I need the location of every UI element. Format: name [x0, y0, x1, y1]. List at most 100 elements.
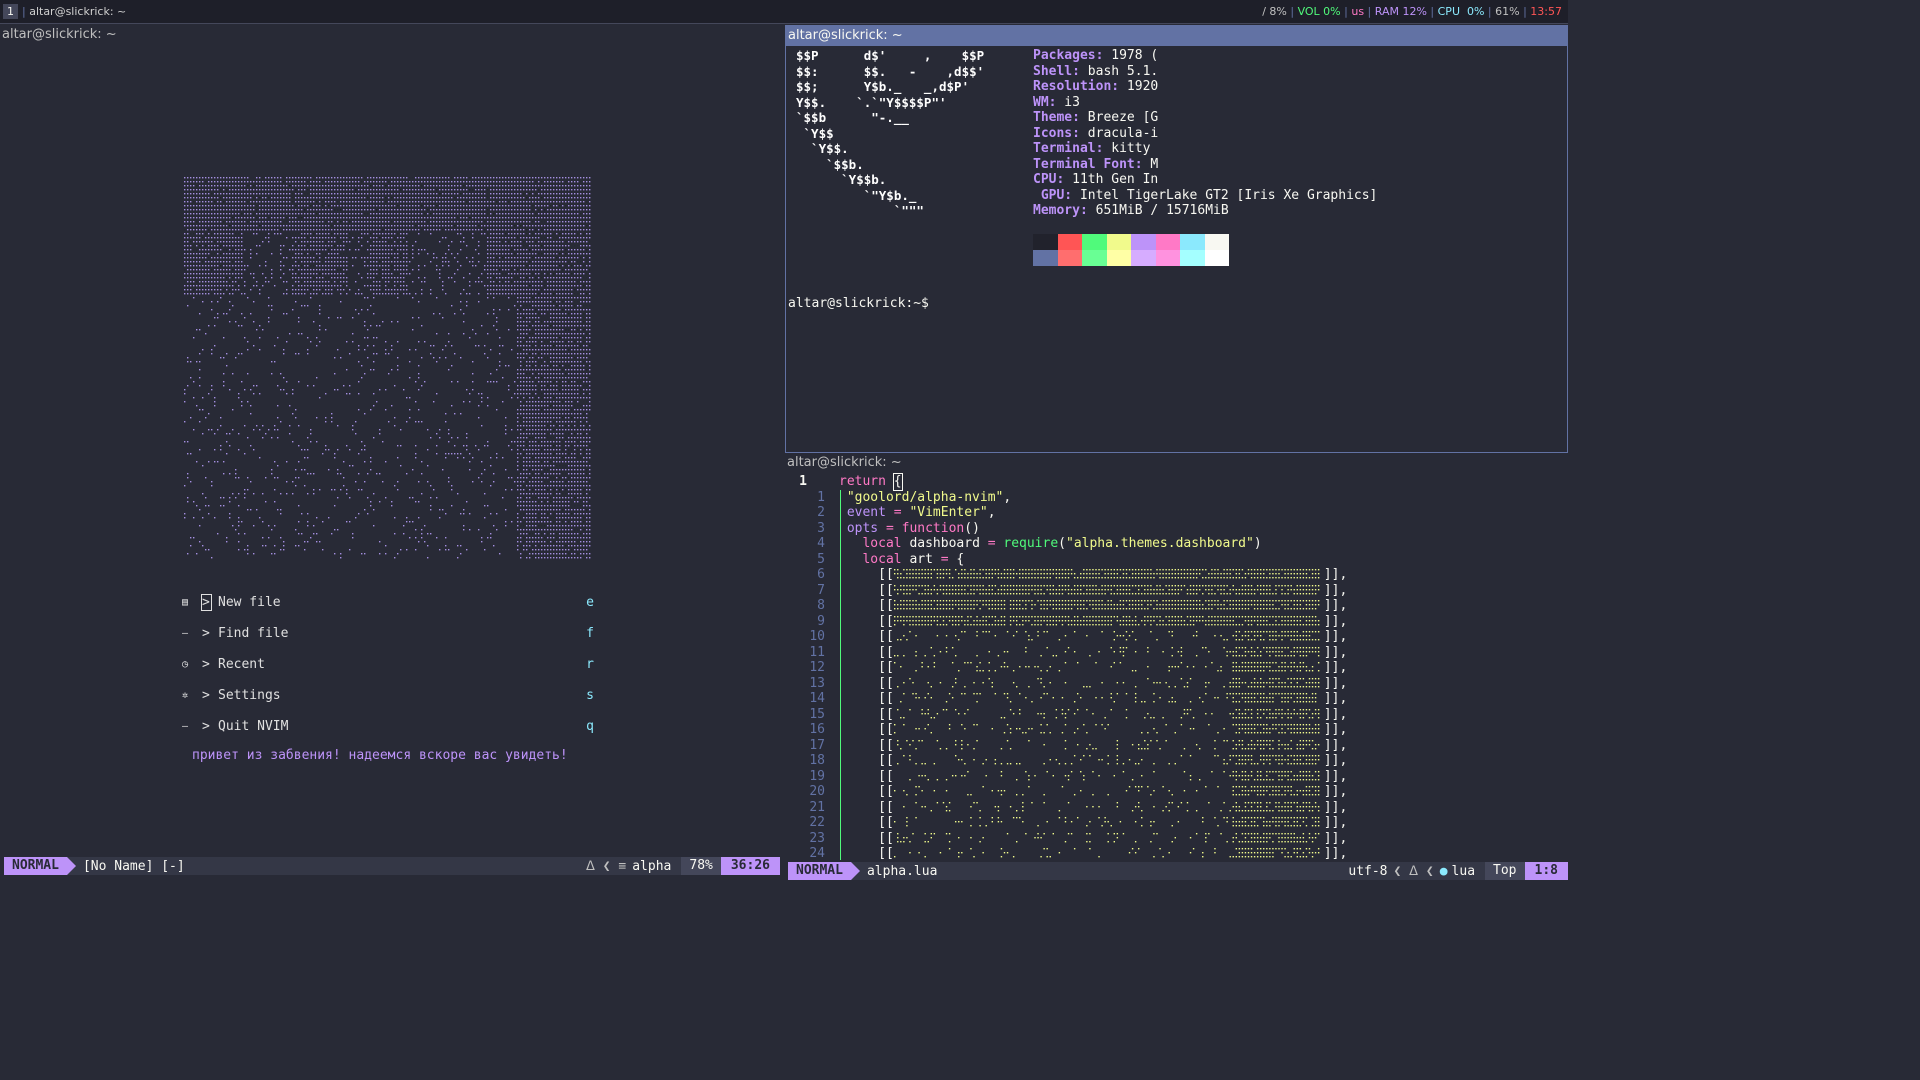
info-row: Resolution: 1920: [1033, 79, 1377, 95]
art-string-open: [[: [839, 768, 894, 784]
info-row: CPU: 11th Gen In: [1033, 172, 1377, 188]
code-line-art: 14 [[]],: [785, 691, 1568, 707]
info-key: Packages:: [1033, 48, 1104, 63]
code-token: (): [964, 520, 980, 536]
dashboard-button-find-file[interactable]: — > Find file f: [182, 623, 594, 643]
art-string-close: ]],: [1323, 799, 1348, 815]
line-number: 18: [809, 753, 825, 768]
scroll-position: Top: [1485, 862, 1525, 880]
current-line-number: 1: [799, 474, 807, 489]
logo-line: Y$$. `.`"Y$$$$P"': [796, 94, 947, 110]
info-value: 11th Gen In: [1064, 172, 1159, 187]
info-key: Memory:: [1033, 203, 1088, 218]
color-swatch: [1106, 234, 1131, 250]
code-token: =: [885, 505, 910, 520]
info-key: Shell:: [1033, 63, 1080, 79]
code-line-art: 9 [[]],: [785, 614, 1568, 630]
line-number: 24: [809, 846, 825, 861]
code-line-art: 16 [[]],: [785, 722, 1568, 738]
art-string-open: [[: [839, 598, 894, 613]
line-number: 4: [817, 536, 825, 551]
art-string-close: ]],: [1323, 753, 1348, 768]
info-row: Packages: 1978 (: [1033, 48, 1377, 64]
art-string-open: [[: [839, 706, 894, 722]
color-swatch: [1155, 234, 1180, 250]
terminal-window-neofetch[interactable]: altar@slickrick: ~ $$P d$' , $$P $$: $$. …: [785, 25, 1568, 453]
art-braille-string: [893, 848, 1320, 858]
art-braille-string: [896, 755, 1320, 765]
info-value: 651MiB / 15716MiB: [1087, 203, 1229, 218]
logo-line: `""": [796, 203, 924, 218]
art-string-open: [[: [839, 567, 894, 582]
line-number: 10: [809, 629, 825, 644]
code-token: "goolord/alpha-nvim": [846, 489, 1004, 505]
chevron-right-icon: >: [202, 718, 210, 734]
art-string-open: [[: [839, 613, 894, 629]
line-number: 13: [809, 675, 825, 691]
nvim-dashboard-window[interactable]: altar@slickrick: ~ ▤ > New file e — > Find fil…: [0, 25, 783, 882]
code-line-art: 7 [[]],: [785, 583, 1568, 599]
code-token: art: [901, 551, 941, 567]
art-braille-string: [893, 600, 1320, 610]
art-braille-string: [893, 584, 1320, 594]
art-braille-string: [893, 615, 1320, 625]
dashboard-button-new-file[interactable]: ▤ > New file e: [182, 592, 594, 612]
info-row: Icons: dracula-i: [1033, 126, 1377, 142]
info-value: i3: [1056, 94, 1080, 110]
nvim-editor-window[interactable]: altar@slickrick: ~ 1 return { 1 "goolord…: [785, 453, 1568, 882]
art-string-open: [[: [839, 737, 894, 753]
code-token: local: [846, 536, 902, 551]
status-block: |: [1364, 5, 1375, 18]
status-block: RAM 12%: [1374, 5, 1427, 18]
info-key: Theme:: [1033, 110, 1080, 125]
workspace-indicator[interactable]: 1: [3, 4, 18, 19]
code-line-art: 8 [[]],: [785, 598, 1568, 614]
filetype-label: alpha: [632, 858, 672, 874]
art-string-open: [[: [839, 582, 894, 598]
code-buffer[interactable]: 1 return { 1 "goolord/alpha-nvim", 2 even…: [785, 473, 1568, 862]
color-swatch: [1057, 234, 1082, 250]
shortcut-key: r: [586, 656, 594, 672]
line-number: 20: [809, 784, 825, 799]
art-braille-string: [896, 739, 1320, 749]
info-value: M: [1142, 156, 1159, 172]
nvim-statusline-left: NORMAL [No Name] [-] ᐃ ❮ ≡ alpha 78% 36:…: [4, 857, 780, 875]
color-swatch: [1033, 234, 1058, 250]
cursor-position: 36:26: [720, 857, 780, 875]
code-token: function: [901, 520, 965, 536]
code-line-art: 21 [[]],: [785, 800, 1568, 816]
art-string-open: [[: [839, 846, 894, 861]
menu-label: Recent: [218, 656, 265, 672]
status-block: 13:57: [1530, 5, 1562, 18]
code-token: {: [948, 551, 965, 567]
line-number: 3: [817, 520, 825, 536]
dashboard-button-settings[interactable]: ✲ > Settings s: [182, 685, 594, 705]
code-line-art: 13 [[]],: [785, 676, 1568, 692]
distro-ascii-logo: $$P d$' , $$P $$: $$. - ,d$$' $$; Y$b._ _,…: [796, 48, 984, 219]
art-string-close: ]],: [1323, 613, 1348, 629]
info-key: CPU:: [1033, 172, 1065, 187]
info-key: Terminal:: [1033, 141, 1104, 156]
code-line-art: 10 [[]],: [785, 629, 1568, 645]
art-string-open: [[: [839, 753, 894, 768]
keyword-return: return: [839, 474, 894, 489]
indent-guide: [840, 490, 841, 860]
color-swatch: [1131, 250, 1156, 266]
dashboard-button-recent[interactable]: ◷ > Recent r: [182, 654, 594, 674]
art-string-open: [[: [839, 784, 894, 799]
code-token: event: [846, 505, 886, 520]
info-value: Intel TigerLake GT2 [Iris Xe Graphics]: [1072, 187, 1378, 203]
filetype-label: lua: [1451, 863, 1476, 879]
logo-line: `$$b.: [796, 156, 864, 172]
line-number: 5: [817, 551, 825, 567]
status-block: 61%: [1495, 5, 1520, 18]
code-line-art: 23 [[]],: [785, 831, 1568, 847]
status-block: us: [1351, 5, 1365, 18]
status-block: |: [1426, 5, 1438, 18]
art-braille-string: [893, 724, 1320, 734]
focused-window-title: altar@slickrick: ~: [29, 5, 127, 18]
logo-line: $$P d$' , $$P: [796, 48, 985, 63]
shell-prompt[interactable]: altar@slickrick:~$: [788, 296, 929, 311]
info-row: Theme: Breeze [G: [1033, 110, 1377, 126]
dashboard-button-quit-nvim[interactable]: — > Quit NVIM q: [182, 716, 594, 736]
